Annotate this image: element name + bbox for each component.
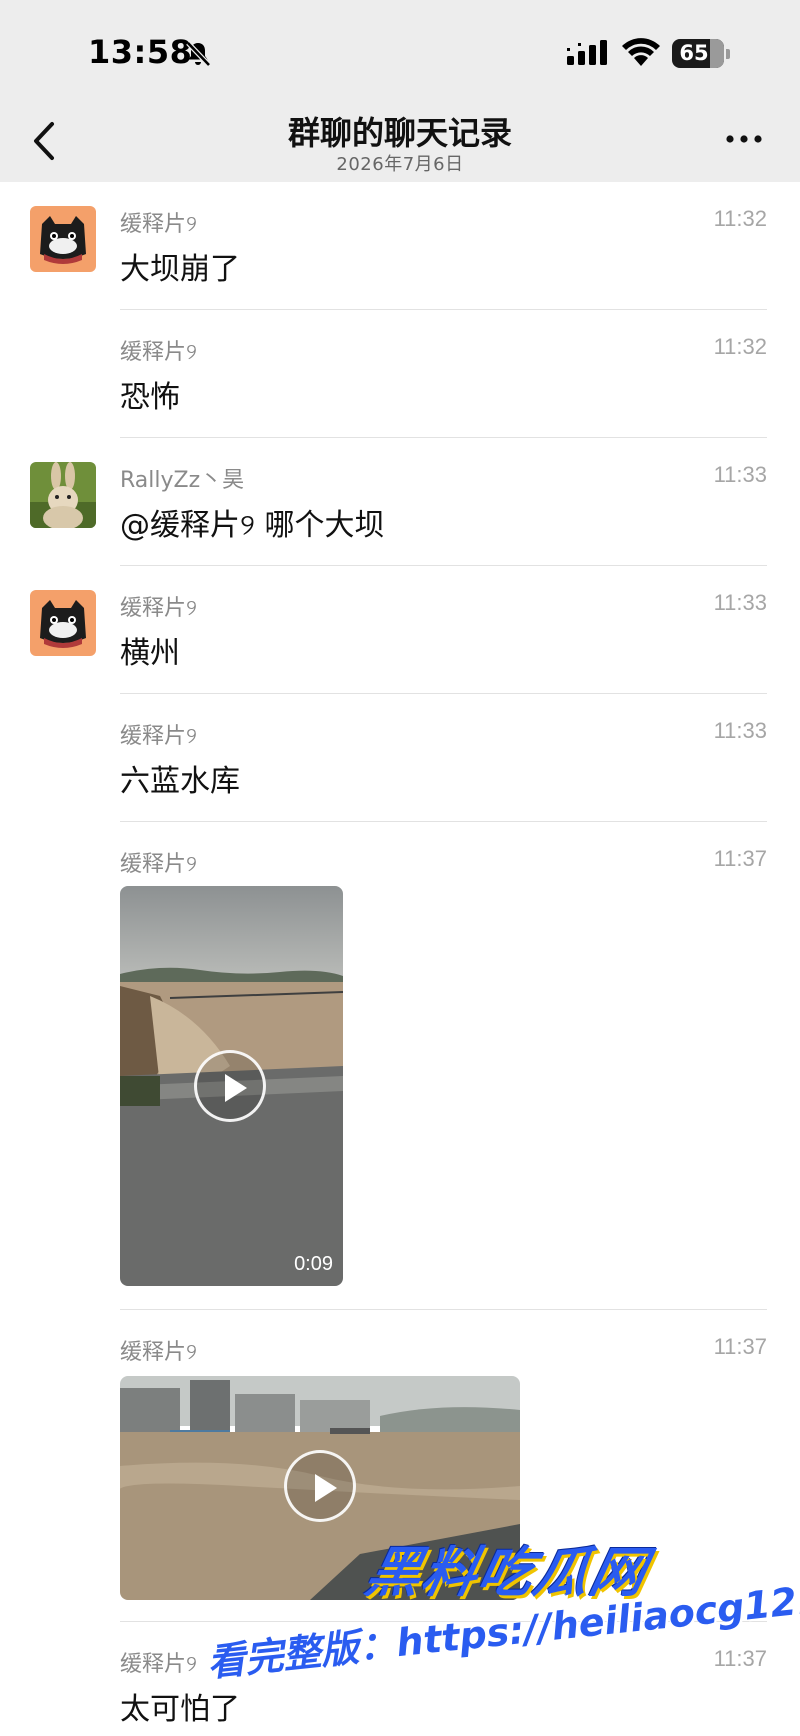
sender-name: RallyZz丶昊 <box>120 468 245 493</box>
message-time: 11:37 <box>713 1646 767 1671</box>
message-row[interactable]: 缓释片୨ 11:32 大坝崩了 <box>0 182 800 310</box>
message-time: 11:33 <box>713 590 767 615</box>
message-row[interactable]: 缓释片୨ 11:33 横州 <box>0 566 800 694</box>
play-icon[interactable] <box>284 1450 356 1522</box>
avatar-rabbit[interactable] <box>30 462 96 528</box>
sender-name: 缓释片୨ <box>120 340 197 365</box>
bell-mute-icon <box>186 41 211 67</box>
status-time: 13:58 <box>88 33 193 71</box>
message-row[interactable]: RallyZz丶昊 11:33 @缓释片୨ 哪个大坝 <box>0 438 800 566</box>
message-row[interactable]: 缓释片୨ 11:32 恐怖 <box>0 310 800 438</box>
message-text: 横州 <box>120 636 180 671</box>
message-time: 11:33 <box>713 718 767 743</box>
message-time: 11:32 <box>713 334 767 359</box>
avatar-black-cat[interactable] <box>30 206 96 272</box>
page-title: 群聊的聊天记录 <box>287 114 512 152</box>
top-bar: 13:58 65 群聊的聊天记录 2026年7月6日 <box>0 0 800 182</box>
battery-icon: 65 <box>672 39 730 68</box>
message-row[interactable]: 缓释片୨ 11:37 0:09 <box>0 822 800 1310</box>
sender-name: 缓释片୨ <box>120 1340 197 1365</box>
message-text: @缓释片୨ 哪个大坝 <box>120 508 385 543</box>
status-bar: 13:58 65 <box>0 0 800 100</box>
play-icon[interactable] <box>194 1050 266 1122</box>
message-text: 恐怖 <box>120 380 180 415</box>
avatar-black-cat[interactable] <box>30 590 96 656</box>
sender-name: 缓释片୨ <box>120 852 197 877</box>
sender-name: 缓释片୨ <box>120 212 197 237</box>
message-text: 六蓝水库 <box>120 764 240 799</box>
wifi-icon <box>622 38 660 66</box>
message-row[interactable]: 缓释片୨ 11:33 六蓝水库 <box>0 694 800 822</box>
sender-name: 缓释片୨ <box>120 1652 197 1677</box>
battery-level: 65 <box>679 41 709 65</box>
video-duration: 0:09 <box>294 1253 333 1275</box>
chat-date: 2026年7月6日 <box>336 154 464 175</box>
message-text: 太可怕了 <box>120 1692 240 1727</box>
sender-name: 缓释片୨ <box>120 596 197 621</box>
video-thumbnail[interactable]: 0:09 <box>120 886 343 1286</box>
more-options-button[interactable] <box>722 124 766 154</box>
message-time: 11:32 <box>713 206 767 231</box>
message-time: 11:37 <box>713 846 767 871</box>
message-time: 11:33 <box>713 462 767 487</box>
sender-name: 缓释片୨ <box>120 724 197 749</box>
message-time: 11:37 <box>713 1334 767 1359</box>
cellular-signal-icon <box>567 40 607 65</box>
message-text: 大坝崩了 <box>120 252 240 287</box>
